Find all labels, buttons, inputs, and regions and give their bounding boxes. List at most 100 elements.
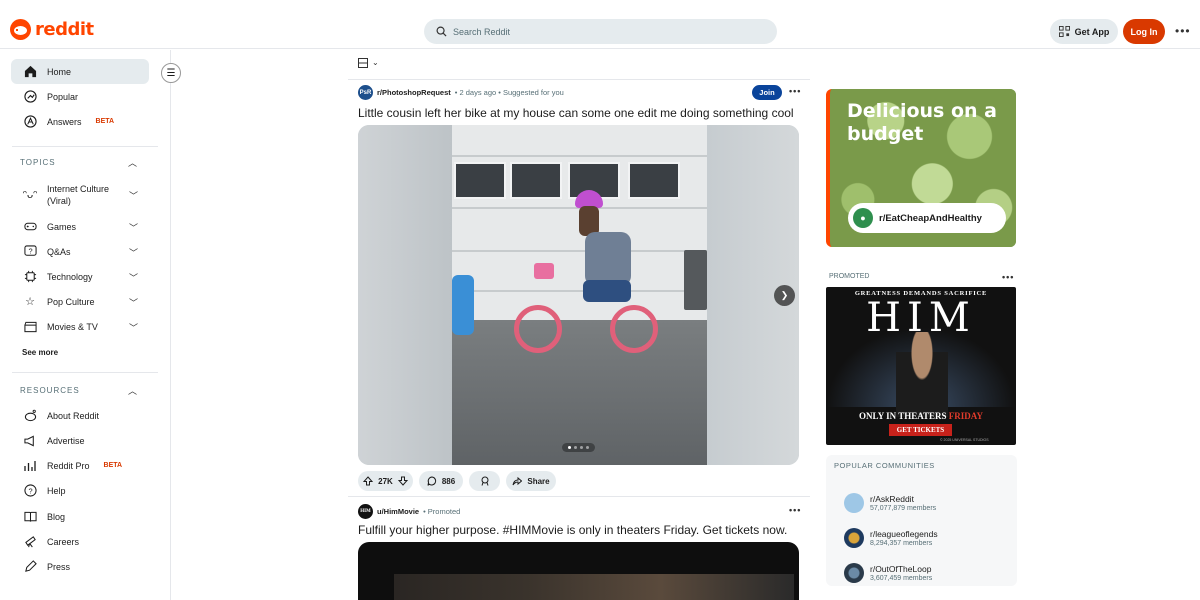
search-bar[interactable]: [424, 19, 777, 44]
community-members: 3,607,459 members: [870, 575, 933, 582]
promoted-label: • Promoted: [423, 507, 461, 516]
community-info: r/OutOfTheLoop 3,607,459 members: [870, 564, 932, 582]
leagueoflegends-icon: [844, 528, 864, 548]
carousel-dot[interactable]: [574, 446, 577, 449]
person-on-bike: [565, 190, 635, 320]
vote-bar: 27K: [358, 471, 413, 491]
share-button[interactable]: Share: [506, 471, 556, 491]
sidebar-item-label: Games: [47, 221, 77, 232]
community-name: r/leagueoflegends: [870, 529, 938, 539]
login-button[interactable]: Log In: [1123, 19, 1165, 44]
garage-window: [510, 162, 562, 199]
divider: [12, 372, 158, 373]
community-name: r/OutOfTheLoop: [870, 564, 932, 574]
sidebar-item-press[interactable]: Press: [11, 554, 149, 579]
community-item[interactable]: r/AskReddit 57,077,879 members: [844, 493, 936, 513]
chevron-down-icon[interactable]: ﹀: [129, 221, 138, 234]
ad-subreddit-name: r/EatCheapAndHealthy: [879, 212, 982, 224]
release-day: FRIDAY: [948, 411, 983, 421]
sidebar-item-careers[interactable]: Careers: [11, 529, 149, 554]
post-options-icon[interactable]: •••: [789, 505, 801, 515]
ad-options-icon[interactable]: •••: [1002, 272, 1014, 282]
view-toggle[interactable]: ⌄: [358, 58, 379, 68]
shorts: [583, 280, 631, 302]
chevron-up-icon[interactable]: ︿: [128, 156, 137, 169]
comment-icon: [427, 476, 436, 486]
chevron-down-icon[interactable]: ﹀: [129, 271, 138, 284]
bike-photo: [452, 125, 707, 465]
post-title[interactable]: Fulfill your higher purpose. #HIMMovie i…: [358, 523, 787, 537]
sidebar-item-advertise[interactable]: Advertise: [11, 428, 149, 453]
post-image[interactable]: [358, 125, 799, 465]
award-button[interactable]: [469, 471, 500, 491]
help-icon: ?: [23, 484, 37, 498]
get-app-button[interactable]: Get App: [1050, 19, 1118, 44]
get-tickets-button[interactable]: GET TICKETS: [889, 424, 952, 436]
chevron-up-icon[interactable]: ︿: [128, 384, 137, 397]
join-button[interactable]: Join: [752, 85, 782, 100]
ad-release: ONLY IN THEATERS FRIDAY: [826, 411, 1016, 421]
community-item[interactable]: r/leagueoflegends 8,294,357 members: [844, 528, 938, 548]
search-input[interactable]: [453, 26, 753, 37]
reddit-logo[interactable]: reddit: [10, 19, 94, 40]
carousel-dot[interactable]: [568, 446, 571, 449]
community-item[interactable]: r/OutOfTheLoop 3,607,459 members: [844, 563, 932, 583]
him-movie-ad[interactable]: GREATNESS DEMANDS SACRIFICE HIM ONLY IN …: [826, 287, 1016, 445]
divider: [348, 496, 810, 497]
reddit-alien-icon: [23, 409, 37, 423]
topics-section-title[interactable]: TOPICS: [20, 158, 56, 167]
search-icon: [436, 26, 447, 37]
garage-window: [454, 162, 506, 199]
popular-communities-panel: POPULAR COMMUNITIES r/AskReddit 57,077,8…: [826, 455, 1017, 586]
promoted-video[interactable]: [358, 542, 799, 600]
post-title[interactable]: Little cousin left her bike at my house …: [358, 106, 794, 120]
award-icon: [481, 476, 488, 486]
star-icon: ☆: [25, 296, 35, 308]
question-icon: ?: [23, 245, 37, 259]
sidebar-item-blog[interactable]: Blog: [11, 504, 149, 529]
next-image-button[interactable]: ❯: [774, 285, 795, 306]
sidebar-item-help[interactable]: ? Help: [11, 478, 149, 503]
popular-communities-title: POPULAR COMMUNITIES: [834, 461, 935, 470]
chevron-down-icon[interactable]: ﹀: [129, 246, 138, 259]
carousel-dot[interactable]: [580, 446, 583, 449]
garage-window: [628, 162, 680, 199]
downvote-icon[interactable]: [397, 476, 408, 486]
sidebar-item-label: Q&As: [47, 246, 71, 257]
video-frame: [394, 574, 794, 600]
sidebar-item-popular[interactable]: Popular: [11, 84, 149, 109]
chevron-down-icon[interactable]: ﹀: [129, 296, 138, 309]
sidebar-item-reddit-pro[interactable]: Reddit Pro BETA: [11, 453, 149, 478]
top-bar: reddit Get App Log In •••: [0, 0, 1200, 49]
chevron-down-icon[interactable]: ﹀: [129, 321, 138, 334]
comment-count: 886: [441, 476, 456, 486]
more-options-icon[interactable]: •••: [1175, 24, 1191, 38]
sidebar-item-answers[interactable]: Answers BETA: [11, 109, 149, 134]
sidebar-item-label-wrap: Internet Culture (Viral): [47, 183, 109, 207]
carousel-dot[interactable]: [586, 446, 589, 449]
username[interactable]: u/HimMovie: [377, 507, 419, 516]
eat-cheap-ad[interactable]: Delicious on a budget ● r/EatCheapAndHea…: [826, 89, 1016, 247]
comments-button[interactable]: 886: [419, 471, 463, 491]
image-blur-left: [358, 125, 452, 465]
collapse-sidebar-button[interactable]: ☰: [161, 63, 181, 83]
subreddit-avatar[interactable]: PsR: [358, 85, 373, 100]
sidebar-item-home[interactable]: Home: [11, 59, 149, 84]
garage-line: [452, 155, 707, 157]
post-options-icon[interactable]: •••: [789, 86, 801, 96]
poster-figure: [896, 332, 948, 417]
carousel-indicator: [562, 443, 595, 452]
user-avatar[interactable]: HIM: [358, 504, 373, 519]
sidebar-item-about-reddit[interactable]: About Reddit: [11, 403, 149, 428]
get-app-label: Get App: [1074, 26, 1110, 37]
resources-section-title[interactable]: RESOURCES: [20, 386, 80, 395]
answers-icon: [23, 115, 37, 129]
sidebar-item-label: About Reddit: [47, 410, 100, 421]
qr-code-icon: [1058, 26, 1070, 37]
shirt: [585, 232, 631, 286]
upvote-icon[interactable]: [363, 476, 374, 486]
chevron-down-icon[interactable]: ﹀: [129, 189, 138, 202]
subreddit-name[interactable]: r/PhotoshopRequest: [377, 88, 451, 97]
subreddit-pill[interactable]: ● r/EatCheapAndHealthy: [848, 203, 1006, 233]
see-more-link[interactable]: See more: [22, 348, 58, 357]
